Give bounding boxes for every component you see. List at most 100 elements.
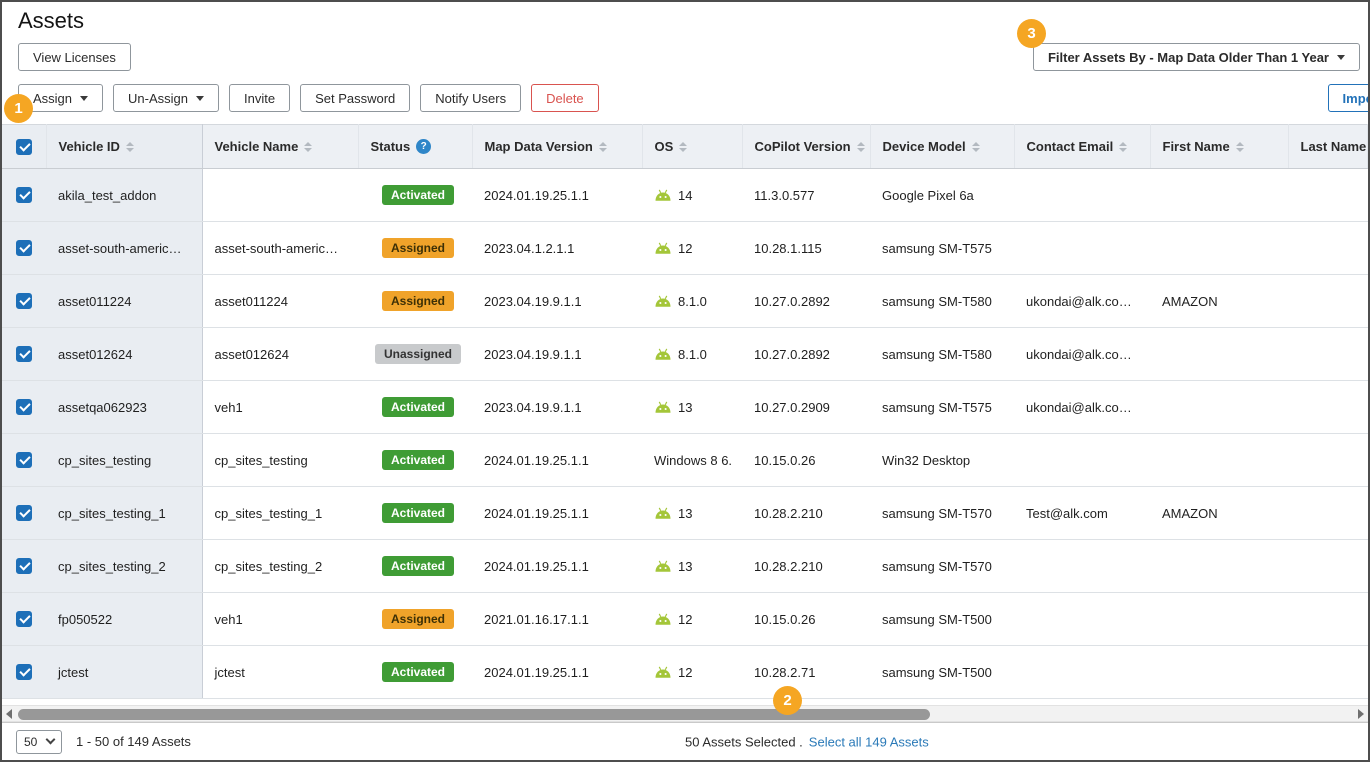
vehicle-name-cell: asset011224 [202, 275, 358, 328]
first-name-cell [1150, 593, 1288, 646]
row-checkbox[interactable] [16, 505, 32, 521]
row-checkbox[interactable] [16, 399, 32, 415]
os-text: 8.1.0 [678, 294, 707, 309]
page-size-select[interactable]: 50 [16, 730, 62, 754]
copilot-version-cell: 10.15.0.26 [742, 434, 870, 487]
android-icon [654, 613, 672, 626]
device-model-text: Google Pixel 6a [882, 188, 974, 203]
device-model-text: samsung SM-T500 [882, 665, 992, 680]
row-checkbox[interactable] [16, 664, 32, 680]
status-badge: Activated [382, 556, 454, 576]
sort-icon [304, 142, 312, 152]
table-body: akila_test_addon Activated 2024.01.19.25… [2, 169, 1368, 699]
col-copilot-version[interactable]: CoPilot Version [742, 125, 870, 169]
col-label: OS [655, 139, 674, 154]
col-label: Vehicle ID [59, 139, 120, 154]
first-name-text: AMAZON [1162, 294, 1218, 309]
filter-assets-button[interactable]: Filter Assets By - Map Data Older Than 1… [1033, 43, 1360, 71]
device-model-text: samsung SM-T575 [882, 241, 992, 256]
col-first-name[interactable]: First Name [1150, 125, 1288, 169]
col-last-name[interactable]: Last Name [1288, 125, 1368, 169]
vehicle-name-cell: jctest [202, 646, 358, 699]
vehicle-id-text: cp_sites_testing_2 [58, 559, 166, 574]
footer: 50 1 - 50 of 149 Assets 50 Assets Select… [2, 722, 1368, 760]
android-icon [654, 401, 672, 414]
view-licenses-button[interactable]: View Licenses [18, 43, 131, 71]
col-status[interactable]: Status? [358, 125, 472, 169]
copilot-version-text: 10.27.0.2892 [754, 347, 830, 362]
col-device-model[interactable]: Device Model [870, 125, 1014, 169]
row-checkbox-cell [2, 222, 46, 275]
scroll-right-icon[interactable] [1358, 709, 1364, 719]
horizontal-scrollbar[interactable] [2, 705, 1368, 722]
col-contact-email[interactable]: Contact Email [1014, 125, 1150, 169]
delete-label: Delete [546, 91, 584, 106]
last-name-cell [1288, 275, 1368, 328]
android-icon [654, 189, 672, 202]
status-help-icon[interactable]: ? [416, 139, 431, 154]
status-badge: Assigned [382, 291, 454, 311]
copilot-version-cell: 11.3.0.577 [742, 169, 870, 222]
delete-button[interactable]: Delete [531, 84, 599, 112]
device-model-cell: Win32 Desktop [870, 434, 1014, 487]
vehicle-id-cell: akila_test_addon [46, 169, 202, 222]
os-cell: 13 [642, 381, 742, 434]
copilot-version-cell: 10.28.2.210 [742, 487, 870, 540]
table-row: fp050522 veh1 Assigned 2021.01.16.17.1.1 [2, 593, 1368, 646]
sort-icon [972, 142, 980, 152]
device-model-text: samsung SM-T580 [882, 347, 992, 362]
first-name-cell: AMAZON [1150, 275, 1288, 328]
last-name-cell [1288, 222, 1368, 275]
map-data-cell: 2024.01.19.25.1.1 [472, 646, 642, 699]
vehicle-name-text: asset012624 [215, 347, 289, 362]
unassign-label: Un-Assign [128, 91, 188, 106]
first-name-cell: AMAZON [1150, 487, 1288, 540]
copilot-version-cell: 10.28.2.71 [742, 646, 870, 699]
first-name-cell [1150, 381, 1288, 434]
col-os[interactable]: OS [642, 125, 742, 169]
os-text: 13 [678, 559, 692, 574]
copilot-version-text: 10.27.0.2892 [754, 294, 830, 309]
col-map-data-version[interactable]: Map Data Version [472, 125, 642, 169]
map-data-text: 2024.01.19.25.1.1 [484, 453, 589, 468]
row-checkbox-cell [2, 593, 46, 646]
device-model-cell: samsung SM-T500 [870, 646, 1014, 699]
vehicle-id-cell: cp_sites_testing_2 [46, 540, 202, 593]
copilot-version-text: 10.15.0.26 [754, 612, 815, 627]
contact-email-text: ukondai@alk.co… [1026, 347, 1132, 362]
row-checkbox[interactable] [16, 452, 32, 468]
import-button[interactable]: Import [1328, 84, 1370, 112]
select-all-link[interactable]: Select all 149 Assets [809, 734, 929, 749]
copilot-version-text: 10.28.2.210 [754, 506, 823, 521]
row-checkbox[interactable] [16, 293, 32, 309]
last-name-cell [1288, 169, 1368, 222]
copilot-version-text: 11.3.0.577 [754, 188, 814, 203]
row-checkbox[interactable] [16, 346, 32, 362]
scroll-left-icon[interactable] [6, 709, 12, 719]
select-all-checkbox[interactable] [16, 139, 32, 155]
col-label: Last Name [1301, 139, 1367, 154]
notify-users-button[interactable]: Notify Users [420, 84, 521, 112]
row-checkbox[interactable] [16, 240, 32, 256]
annotation-badge-3: 3 [1017, 19, 1046, 48]
device-model-cell: samsung SM-T575 [870, 222, 1014, 275]
toolbar-top: View Licenses Filter Assets By - Map Dat… [2, 42, 1368, 72]
map-data-text: 2024.01.19.25.1.1 [484, 665, 589, 680]
vehicle-id-text: asset011224 [58, 294, 132, 309]
col-vehicle-name[interactable]: Vehicle Name [202, 125, 358, 169]
status-badge: Unassigned [375, 344, 461, 364]
row-checkbox-cell [2, 434, 46, 487]
row-checkbox[interactable] [16, 558, 32, 574]
sort-icon [857, 142, 865, 152]
invite-button[interactable]: Invite [229, 84, 290, 112]
col-label: First Name [1163, 139, 1230, 154]
os-text: 8.1.0 [678, 347, 707, 362]
first-name-cell [1150, 540, 1288, 593]
copilot-version-text: 10.15.0.26 [754, 453, 815, 468]
set-password-button[interactable]: Set Password [300, 84, 410, 112]
unassign-button[interactable]: Un-Assign [113, 84, 219, 112]
col-vehicle-id[interactable]: Vehicle ID [46, 125, 202, 169]
map-data-cell: 2023.04.1.2.1.1 [472, 222, 642, 275]
row-checkbox[interactable] [16, 187, 32, 203]
row-checkbox[interactable] [16, 611, 32, 627]
